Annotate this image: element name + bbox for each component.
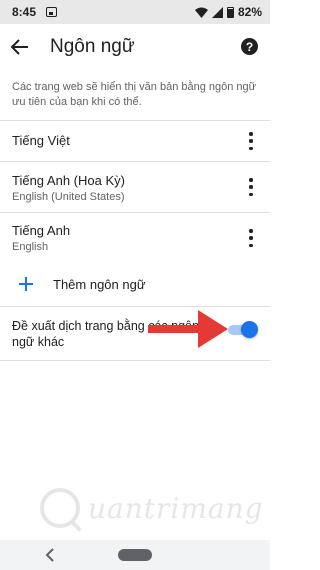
status-right: 82% — [194, 5, 262, 19]
status-bar: 8:45 82% — [0, 0, 270, 24]
description-text: Các trang web sẽ hiển thị văn bản bằng n… — [12, 81, 257, 108]
help-icon[interactable]: ? — [241, 38, 258, 55]
add-language-label: Thêm ngôn ngữ — [53, 276, 146, 292]
page-title: Ngôn ngữ — [50, 36, 135, 57]
more-vert-icon[interactable] — [248, 229, 254, 247]
watermark: uantrimang — [40, 478, 263, 538]
watermark-text: uantrimang — [88, 491, 264, 525]
divider — [0, 360, 270, 361]
language-name: Tiếng Việt — [12, 133, 70, 148]
toggle-thumb — [241, 321, 258, 338]
language-subtitle: English — [12, 241, 49, 253]
add-language-button[interactable]: Thêm ngôn ngữ — [0, 262, 270, 306]
battery-percent: 82% — [237, 5, 262, 19]
language-item[interactable]: Tiếng Anh English — [0, 213, 270, 263]
status-time: 8:45 — [12, 5, 37, 19]
nav-back-icon[interactable] — [44, 548, 56, 562]
more-vert-icon[interactable] — [248, 178, 254, 196]
language-subtitle: English (United States) — [12, 191, 125, 203]
language-item[interactable]: Tiếng Việt — [0, 121, 270, 161]
nav-home-pill[interactable] — [118, 549, 152, 561]
red-arrow-icon — [148, 310, 228, 348]
arrow-back-icon[interactable] — [8, 35, 32, 59]
wifi-icon — [194, 7, 208, 18]
signal-icon — [211, 6, 223, 18]
plus-icon — [19, 277, 33, 291]
app-bar: Ngôn ngữ ? — [0, 24, 270, 70]
photo-notification-icon — [46, 7, 58, 17]
more-vert-icon[interactable] — [248, 132, 254, 150]
language-item[interactable]: Tiếng Anh (Hoa Kỳ) English (United State… — [0, 162, 270, 212]
system-nav-bar — [0, 540, 270, 570]
offer-translate-toggle[interactable] — [228, 321, 258, 339]
watermark-logo-icon — [40, 488, 80, 528]
battery-icon — [226, 6, 234, 18]
language-name: Tiếng Anh — [12, 223, 71, 238]
language-name: Tiếng Anh (Hoa Kỳ) — [12, 173, 125, 188]
